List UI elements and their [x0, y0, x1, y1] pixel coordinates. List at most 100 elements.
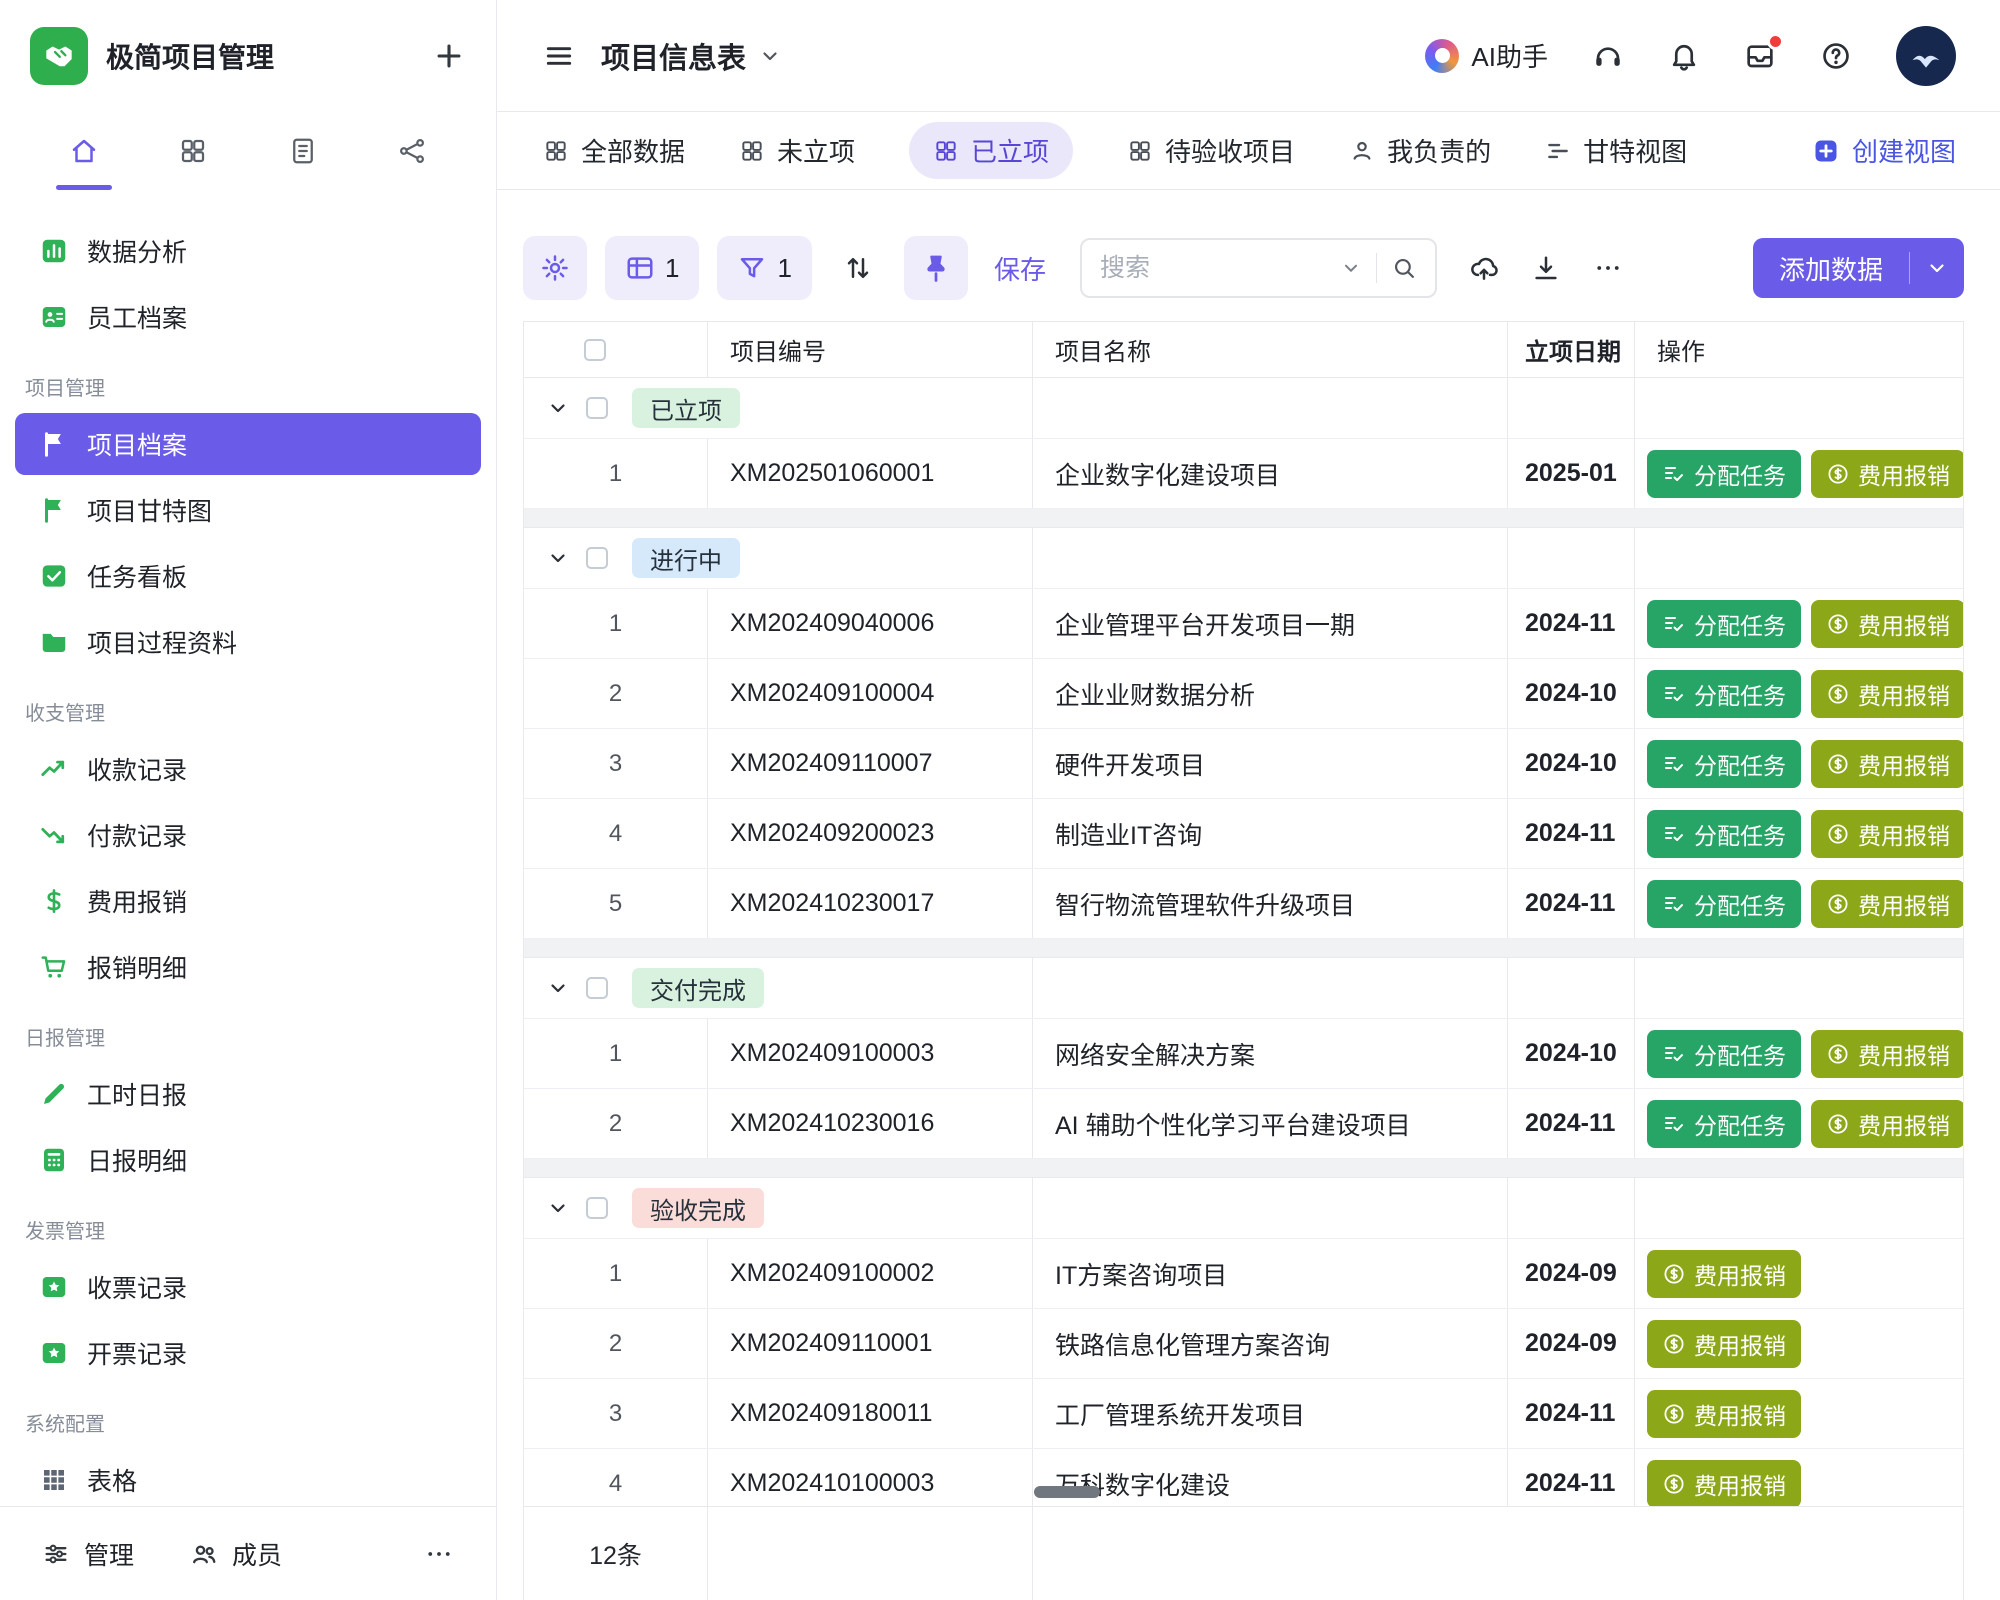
help-icon[interactable] [1820, 40, 1852, 72]
search-scope-chevron-icon[interactable] [1340, 257, 1362, 279]
expense-claim-button[interactable]: 费用报销 [1811, 1100, 1963, 1148]
sidebar-item[interactable]: 工时日报 [15, 1063, 481, 1125]
assign-task-button[interactable]: 分配任务 [1647, 880, 1801, 928]
manage-button[interactable]: 管理 [42, 1536, 134, 1572]
fields-config-button[interactable]: 1 [605, 236, 699, 300]
table-row[interactable]: 4 XM202409200023 制造业IT咨询 2024-11 分配任务 费用… [524, 799, 1963, 869]
export-download-icon[interactable] [1531, 253, 1561, 283]
tab-home[interactable] [52, 112, 116, 190]
expense-claim-button[interactable]: 费用报销 [1811, 450, 1963, 498]
notifications-bell-icon[interactable] [1668, 40, 1700, 72]
add-data-button[interactable]: 添加数据 [1753, 238, 1964, 298]
assign-task-button[interactable]: 分配任务 [1647, 600, 1801, 648]
ai-assistant-button[interactable]: AI助手 [1425, 37, 1548, 74]
column-header-code[interactable]: 项目编号 [708, 322, 1033, 377]
table-row[interactable]: 4 XM202410100003 万科数字化建设 2024-11 费用报销 [524, 1449, 1963, 1506]
sidebar-item[interactable]: 项目档案 [15, 413, 481, 475]
table-row[interactable]: 3 XM202409110007 硬件开发项目 2024-10 分配任务 费用报… [524, 729, 1963, 799]
add-data-chevron-icon[interactable] [1925, 256, 1949, 280]
sidebar-item[interactable]: 日报明细 [15, 1129, 481, 1191]
sidebar-item[interactable]: 付款记录 [15, 804, 481, 866]
expense-claim-button[interactable]: 费用报销 [1811, 1030, 1963, 1078]
menu-toggle-icon[interactable] [543, 40, 575, 72]
table-row[interactable]: 2 XM202409100004 企业业财数据分析 2024-10 分配任务 费… [524, 659, 1963, 729]
collapse-chevron-icon[interactable] [546, 396, 570, 420]
expense-claim-button[interactable]: 费用报销 [1647, 1460, 1801, 1507]
expense-claim-button[interactable]: 费用报销 [1647, 1320, 1801, 1368]
tab-tables[interactable] [161, 112, 225, 190]
support-headset-icon[interactable] [1592, 40, 1624, 72]
project-code-cell: XM202409180011 [708, 1379, 1033, 1448]
assign-task-button[interactable]: 分配任务 [1647, 1030, 1801, 1078]
sidebar-item[interactable]: 项目甘特图 [15, 479, 481, 541]
table-row[interactable]: 5 XM202410230017 智行物流管理软件升级项目 2024-11 分配… [524, 869, 1963, 939]
sidebar-item[interactable]: 项目过程资料 [15, 611, 481, 673]
sort-button[interactable] [830, 236, 886, 300]
import-upload-icon[interactable] [1469, 253, 1499, 283]
horizontal-scrollbar-thumb[interactable] [1034, 1486, 1100, 1498]
tab-docs[interactable] [271, 112, 335, 190]
search-input[interactable] [1100, 254, 1326, 283]
group-checkbox[interactable] [586, 397, 608, 419]
group-checkbox[interactable] [586, 1197, 608, 1219]
page-title-dropdown[interactable]: 项目信息表 [601, 35, 782, 77]
expense-claim-button[interactable]: 费用报销 [1647, 1250, 1801, 1298]
view-tab[interactable]: 待验收项目 [1127, 132, 1295, 169]
table-row[interactable]: 1 XM202501060001 企业数字化建设项目 2025-01 分配任务 … [524, 439, 1963, 509]
more-icon[interactable] [424, 1539, 454, 1569]
table-row[interactable]: 1 XM202409040006 企业管理平台开发项目一期 2024-11 分配… [524, 589, 1963, 659]
column-header-date[interactable]: 立项日期 [1508, 322, 1635, 377]
view-tab[interactable]: 已立项 [909, 122, 1073, 179]
group-checkbox[interactable] [586, 977, 608, 999]
sidebar-item[interactable]: 报销明细 [15, 936, 481, 998]
assign-task-button[interactable]: 分配任务 [1647, 670, 1801, 718]
column-header-name[interactable]: 项目名称 [1033, 322, 1508, 377]
select-all-checkbox[interactable] [584, 339, 606, 361]
save-view-button[interactable]: 保存 [994, 250, 1046, 287]
create-view-button[interactable]: 创建视图 [1812, 132, 1956, 169]
sidebar-item[interactable]: 员工档案 [15, 286, 481, 348]
view-tab[interactable]: 我负责的 [1349, 132, 1491, 169]
add-workspace-icon[interactable] [432, 39, 466, 73]
collapse-chevron-icon[interactable] [546, 976, 570, 1000]
filter-button[interactable]: 1 [717, 236, 811, 300]
expense-claim-button[interactable]: 费用报销 [1811, 880, 1963, 928]
assign-task-button[interactable]: 分配任务 [1647, 450, 1801, 498]
search-box[interactable] [1080, 238, 1437, 298]
sidebar-item[interactable]: 费用报销 [15, 870, 481, 932]
view-tab[interactable]: 未立项 [739, 132, 855, 169]
sidebar-item[interactable]: 表格 [15, 1449, 481, 1506]
table-row[interactable]: 3 XM202409180011 工厂管理系统开发项目 2024-11 费用报销 [524, 1379, 1963, 1449]
search-icon[interactable] [1391, 255, 1417, 281]
collapse-chevron-icon[interactable] [546, 1196, 570, 1220]
sidebar-item[interactable]: 开票记录 [15, 1322, 481, 1384]
app: 极简项目管理 数据分析 员工档案 项目管理 项目档案 项目甘特图 任务看板 项目… [0, 0, 2000, 1600]
assign-task-button[interactable]: 分配任务 [1647, 810, 1801, 858]
tab-workflow[interactable] [380, 112, 444, 190]
assign-task-button[interactable]: 分配任务 [1647, 740, 1801, 788]
table-row[interactable]: 1 XM202409100003 网络安全解决方案 2024-10 分配任务 费… [524, 1019, 1963, 1089]
view-tab[interactable]: 甘特视图 [1545, 132, 1687, 169]
sidebar-item[interactable]: 收票记录 [15, 1256, 481, 1318]
expense-claim-button[interactable]: 费用报销 [1647, 1390, 1801, 1438]
assign-task-button[interactable]: 分配任务 [1647, 1100, 1801, 1148]
view-tab[interactable]: 全部数据 [543, 132, 685, 169]
inbox-button[interactable] [1744, 40, 1776, 72]
table-row[interactable]: 2 XM202409110001 铁路信息化管理方案咨询 2024-09 费用报… [524, 1309, 1963, 1379]
collapse-chevron-icon[interactable] [546, 546, 570, 570]
expense-claim-button[interactable]: 费用报销 [1811, 810, 1963, 858]
group-checkbox[interactable] [586, 547, 608, 569]
settings-button[interactable] [523, 236, 587, 300]
expense-claim-button[interactable]: 费用报销 [1811, 600, 1963, 648]
pin-button[interactable] [904, 236, 968, 300]
user-avatar[interactable] [1896, 26, 1956, 86]
table-row[interactable]: 1 XM202409100002 IT方案咨询项目 2024-09 费用报销 [524, 1239, 1963, 1309]
members-button[interactable]: 成员 [190, 1536, 282, 1572]
expense-claim-button[interactable]: 费用报销 [1811, 670, 1963, 718]
sidebar-item[interactable]: 收款记录 [15, 738, 481, 800]
sidebar-item[interactable]: 数据分析 [15, 220, 481, 282]
table-row[interactable]: 2 XM202410230016 AI 辅助个性化学习平台建设项目 2024-1… [524, 1089, 1963, 1159]
more-actions-icon[interactable] [1593, 253, 1623, 283]
sidebar-item[interactable]: 任务看板 [15, 545, 481, 607]
expense-claim-button[interactable]: 费用报销 [1811, 740, 1963, 788]
